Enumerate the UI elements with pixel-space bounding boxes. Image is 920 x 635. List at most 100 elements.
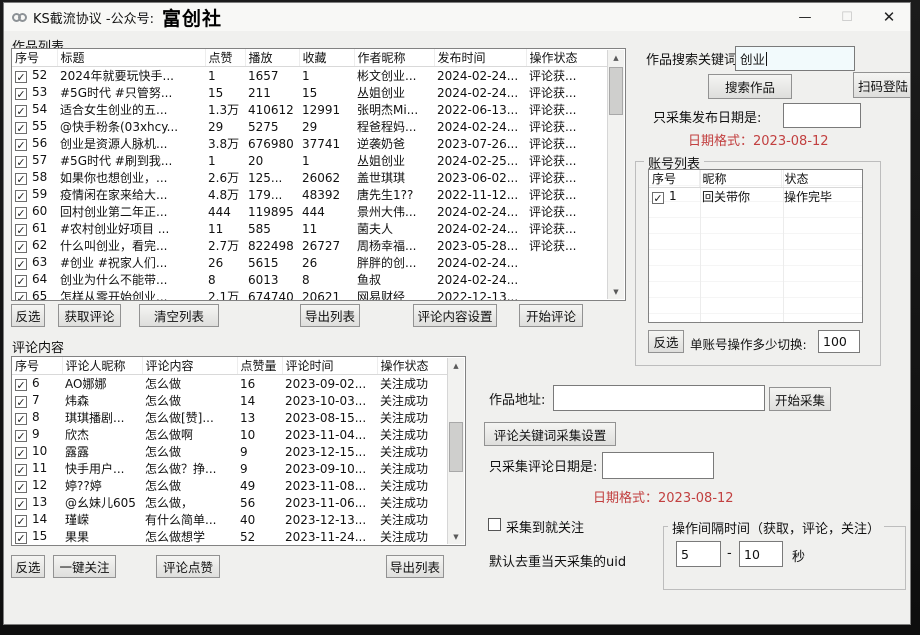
col-header[interactable]: 作者昵称 xyxy=(354,49,434,67)
col-header[interactable]: 点赞量 xyxy=(237,357,282,375)
minimize-button[interactable]: — xyxy=(784,3,826,31)
col-header[interactable]: 评论人昵称 xyxy=(62,357,142,375)
clear-list-button[interactable]: 清空列表 xyxy=(139,304,219,327)
table-row[interactable]: ✓64创业为什么不能带...860138鱼叔2024-02-24... xyxy=(12,271,608,288)
row-checkbox[interactable]: ✓ xyxy=(15,224,27,236)
work-url-input[interactable] xyxy=(553,385,765,411)
table-row[interactable]: ✓58如果你也想创业，...2.6万125...26062盖世琪琪2023-06… xyxy=(12,169,608,186)
works-export-button[interactable]: 导出列表 xyxy=(300,304,360,327)
interval-from-input[interactable]: 5 xyxy=(676,541,721,567)
follow-all-button[interactable]: 一键关注 xyxy=(53,555,116,578)
row-checkbox[interactable]: ✓ xyxy=(15,156,27,168)
table-row[interactable]: ✓13@幺妹儿605怎么做，562023-11-06...关注成功 xyxy=(12,494,448,511)
table-row[interactable]: ✓60回村创业第二年正...444119895444景州大伟...2024-02… xyxy=(12,203,608,220)
table-row[interactable]: ✓63#创业 #祝家人们...26561526胖胖的创...2024-02-24… xyxy=(12,254,608,271)
table-row[interactable]: ✓53#5G时代 #只管努...1521115丛姐创业2024-02-24...… xyxy=(12,84,608,101)
keyword-input[interactable]: 创业 xyxy=(735,46,855,71)
comment-date-input[interactable] xyxy=(602,452,714,479)
row-checkbox[interactable]: ✓ xyxy=(652,192,664,204)
close-button[interactable]: ✕ xyxy=(868,3,910,31)
row-checkbox[interactable]: ✓ xyxy=(15,139,27,151)
row-checkbox[interactable]: ✓ xyxy=(15,105,27,117)
col-header[interactable]: 状态 xyxy=(781,170,863,188)
like-comments-button[interactable]: 评论点赞 xyxy=(156,555,220,578)
table-row[interactable]: ✓11快手用户...怎么做？挣...92023-09-10...关注成功 xyxy=(12,460,448,477)
scroll-down-icon[interactable]: ▼ xyxy=(448,529,464,544)
col-header[interactable]: 操作状态 xyxy=(377,357,448,375)
col-header[interactable]: 序号 xyxy=(12,49,57,67)
row-checkbox[interactable]: ✓ xyxy=(15,258,27,270)
table-row[interactable]: ✓522024年就要玩快手...116571彬文创业...2024-02-24.… xyxy=(12,67,608,85)
scrollbar-thumb[interactable] xyxy=(609,67,623,115)
col-header[interactable]: 昵称 xyxy=(699,170,781,188)
col-header[interactable]: 标题 xyxy=(57,49,205,67)
row-checkbox[interactable]: ✓ xyxy=(15,71,27,83)
table-row[interactable]: ✓15果果怎么做想学522023-11-24...关注成功 xyxy=(12,528,448,545)
row-checkbox[interactable]: ✓ xyxy=(15,413,27,425)
table-row[interactable]: ✓55@快手粉条(03xhcy...29527529程爸程妈...2024-02… xyxy=(12,118,608,135)
col-header[interactable]: 播放 xyxy=(245,49,299,67)
comment-settings-button[interactable]: 评论内容设置 xyxy=(413,304,497,327)
table-row[interactable]: ✓8琪琪播剧...怎么做[赞]...132023-08-15...关注成功 xyxy=(12,409,448,426)
row-checkbox[interactable]: ✓ xyxy=(15,207,27,219)
row-checkbox[interactable]: ✓ xyxy=(15,464,27,476)
qr-login-button[interactable]: 扫码登陆 xyxy=(853,72,911,98)
start-collect-button[interactable]: 开始采集 xyxy=(769,387,831,411)
row-checkbox[interactable]: ✓ xyxy=(15,498,27,510)
row-checkbox[interactable]: ✓ xyxy=(15,88,27,100)
accounts-invert-button[interactable]: 反选 xyxy=(648,330,684,353)
table-row[interactable]: ✓54适合女生创业的五...1.3万41061212991张明杰Mi...202… xyxy=(12,101,608,118)
scroll-down-icon[interactable]: ▼ xyxy=(608,284,624,299)
scrollbar-thumb[interactable] xyxy=(449,422,463,472)
row-checkbox[interactable]: ✓ xyxy=(15,241,27,253)
table-row[interactable]: ✓65怎样从零开始创业...2.1万67474020621网易财经2022-12… xyxy=(12,288,608,301)
row-checkbox[interactable]: ✓ xyxy=(15,481,27,493)
interval-to-input[interactable]: 10 xyxy=(739,541,783,567)
row-checkbox[interactable]: ✓ xyxy=(15,396,27,408)
comments-invert-button[interactable]: 反选 xyxy=(11,555,45,578)
start-comment-button[interactable]: 开始评论 xyxy=(519,304,583,327)
col-header[interactable]: 序号 xyxy=(12,357,62,375)
col-header[interactable]: 点赞 xyxy=(205,49,245,67)
table-row[interactable]: ✓56创业是资源人脉机...3.8万67698037741逆袭奶爸2023-07… xyxy=(12,135,608,152)
works-scrollbar[interactable]: ▲ ▼ xyxy=(607,50,624,299)
get-comments-button[interactable]: 获取评论 xyxy=(58,304,121,327)
table-row[interactable]: ✓61#农村创业好项目 ...1158511菌夫人2024-02-24...评论… xyxy=(12,220,608,237)
row-checkbox[interactable]: ✓ xyxy=(15,275,27,287)
col-header[interactable]: 操作状态 xyxy=(526,49,608,67)
scroll-up-icon[interactable]: ▲ xyxy=(448,358,464,373)
table-row[interactable]: ✓62什么叫创业，看完...2.7万82249826727周杨幸福...2023… xyxy=(12,237,608,254)
row-checkbox[interactable]: ✓ xyxy=(15,122,27,134)
table-row[interactable]: ✓12婷??婷怎么做492023-11-08...关注成功 xyxy=(12,477,448,494)
row-checkbox[interactable]: ✓ xyxy=(15,447,27,459)
follow-on-collect-checkbox[interactable] xyxy=(488,518,501,531)
table-row[interactable]: ✓7炜森怎么做142023-10-03...关注成功 xyxy=(12,392,448,409)
keyword-collect-settings-button[interactable]: 评论关键词采集设置 xyxy=(484,422,616,446)
col-header[interactable]: 序号 xyxy=(649,170,699,188)
works-invert-button[interactable]: 反选 xyxy=(11,304,45,327)
col-header[interactable]: 收藏 xyxy=(299,49,354,67)
row-checkbox[interactable]: ✓ xyxy=(15,173,27,185)
row-checkbox[interactable]: ✓ xyxy=(15,292,27,301)
table-row[interactable]: ✓59疫情闲在家来给大...4.8万179...48392唐先生1??2022-… xyxy=(12,186,608,203)
table-row[interactable]: ✓14瑾嵘有什么简单...402023-12-13...关注成功 xyxy=(12,511,448,528)
table-row[interactable]: ✓1回关带你操作完毕 xyxy=(649,188,863,206)
comments-scrollbar[interactable]: ▲ ▼ xyxy=(447,358,464,544)
search-works-button[interactable]: 搜索作品 xyxy=(708,74,792,99)
row-checkbox[interactable]: ✓ xyxy=(15,379,27,391)
publish-date-input[interactable] xyxy=(783,103,861,128)
table-row[interactable]: ✓57#5G时代 #刷到我...1201丛姐创业2024-02-25...评论获… xyxy=(12,152,608,169)
row-checkbox[interactable]: ✓ xyxy=(15,190,27,202)
scroll-up-icon[interactable]: ▲ xyxy=(608,50,624,65)
table-row[interactable]: ✓16第凤伯怎么做242024-01-07...关注成功 xyxy=(12,545,448,546)
account-switch-input[interactable]: 100 xyxy=(818,330,860,353)
table-row[interactable]: ✓9欣杰怎么做啊102023-11-04...关注成功 xyxy=(12,426,448,443)
table-row[interactable]: ✓6AO娜娜怎么做162023-09-02...关注成功 xyxy=(12,375,448,393)
col-header[interactable]: 评论时间 xyxy=(282,357,377,375)
col-header[interactable]: 发布时间 xyxy=(434,49,526,67)
row-checkbox[interactable]: ✓ xyxy=(15,532,27,544)
table-row[interactable]: ✓10露露怎么做92023-12-15...关注成功 xyxy=(12,443,448,460)
row-checkbox[interactable]: ✓ xyxy=(15,515,27,527)
row-checkbox[interactable]: ✓ xyxy=(15,430,27,442)
col-header[interactable]: 评论内容 xyxy=(142,357,237,375)
